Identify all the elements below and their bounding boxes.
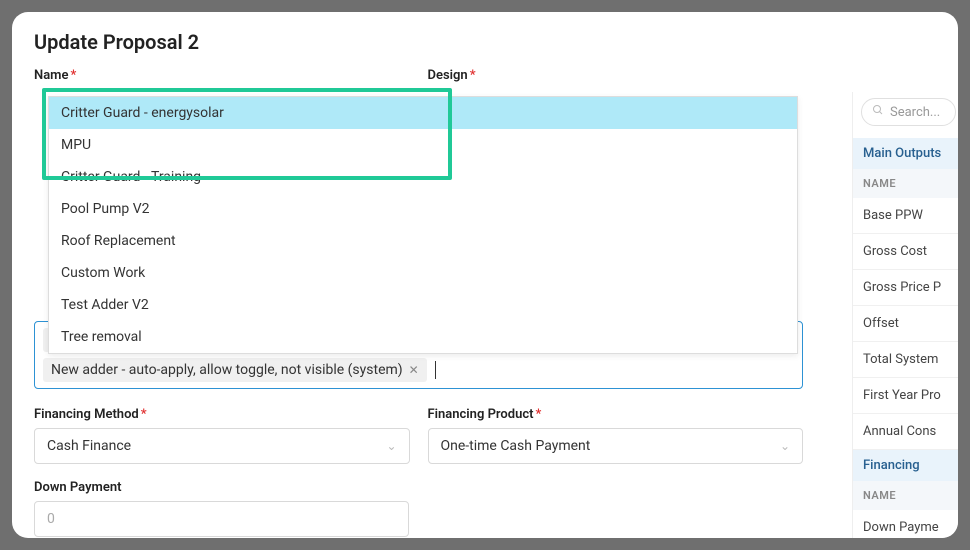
financing-product-label: Financing Product* (428, 407, 804, 422)
output-row[interactable]: Annual Cons (853, 414, 958, 450)
down-payment-label: Down Payment (34, 480, 936, 495)
output-row[interactable]: Gross Cost (853, 234, 958, 270)
financing-header: Financing (853, 450, 958, 481)
update-proposal-modal: Update Proposal 2 Name* Design* Critter … (12, 12, 958, 538)
down-payment-input[interactable]: 0 (34, 501, 409, 537)
dropdown-option-tree-removal[interactable]: Tree removal (49, 321, 797, 353)
financing-row[interactable]: Down Payme (853, 510, 958, 538)
tag-remove-icon[interactable]: ✕ (409, 363, 419, 377)
output-row[interactable]: Base PPW (853, 198, 958, 234)
search-input[interactable]: Search... (861, 98, 956, 126)
search-placeholder: Search... (890, 105, 940, 120)
design-label: Design* (428, 68, 804, 83)
column-header-name: NAME (853, 169, 958, 198)
dropdown-option-mpu[interactable]: MPU (49, 129, 797, 161)
side-panel: Search... Main Outputs NAME Base PPW Gro… (852, 92, 958, 538)
output-row[interactable]: Total System (853, 342, 958, 378)
financing-method-label: Financing Method* (34, 407, 410, 422)
financing-method-select[interactable]: Cash Finance ⌄ (34, 428, 410, 464)
dropdown-option-pool-pump-v2[interactable]: Pool Pump V2 (49, 193, 797, 225)
dropdown-option-critter-guard-training[interactable]: Critter Guard - Training (49, 161, 797, 193)
modal-title: Update Proposal 2 (34, 30, 936, 54)
chevron-down-icon: ⌄ (386, 439, 396, 453)
output-row[interactable]: First Year Pro (853, 378, 958, 414)
dropdown-option-custom-work[interactable]: Custom Work (49, 257, 797, 289)
financing-product-select[interactable]: One-time Cash Payment ⌄ (428, 428, 804, 464)
search-icon (872, 104, 884, 120)
main-outputs-header: Main Outputs (853, 138, 958, 169)
text-cursor (435, 361, 436, 379)
name-label: Name* (34, 68, 410, 83)
name-dropdown-list[interactable]: Critter Guard - energysolar MPU Critter … (48, 96, 798, 354)
chevron-down-icon: ⌄ (780, 439, 790, 453)
output-row[interactable]: Offset (853, 306, 958, 342)
output-row[interactable]: Gross Price P (853, 270, 958, 306)
tag-item[interactable]: New adder - auto-apply, allow toggle, no… (43, 358, 427, 382)
dropdown-option-roof-replacement[interactable]: Roof Replacement (49, 225, 797, 257)
dropdown-option-critter-guard-energysolar[interactable]: Critter Guard - energysolar (49, 97, 797, 129)
dropdown-option-test-adder-v2[interactable]: Test Adder V2 (49, 289, 797, 321)
column-header-name: NAME (853, 481, 958, 510)
